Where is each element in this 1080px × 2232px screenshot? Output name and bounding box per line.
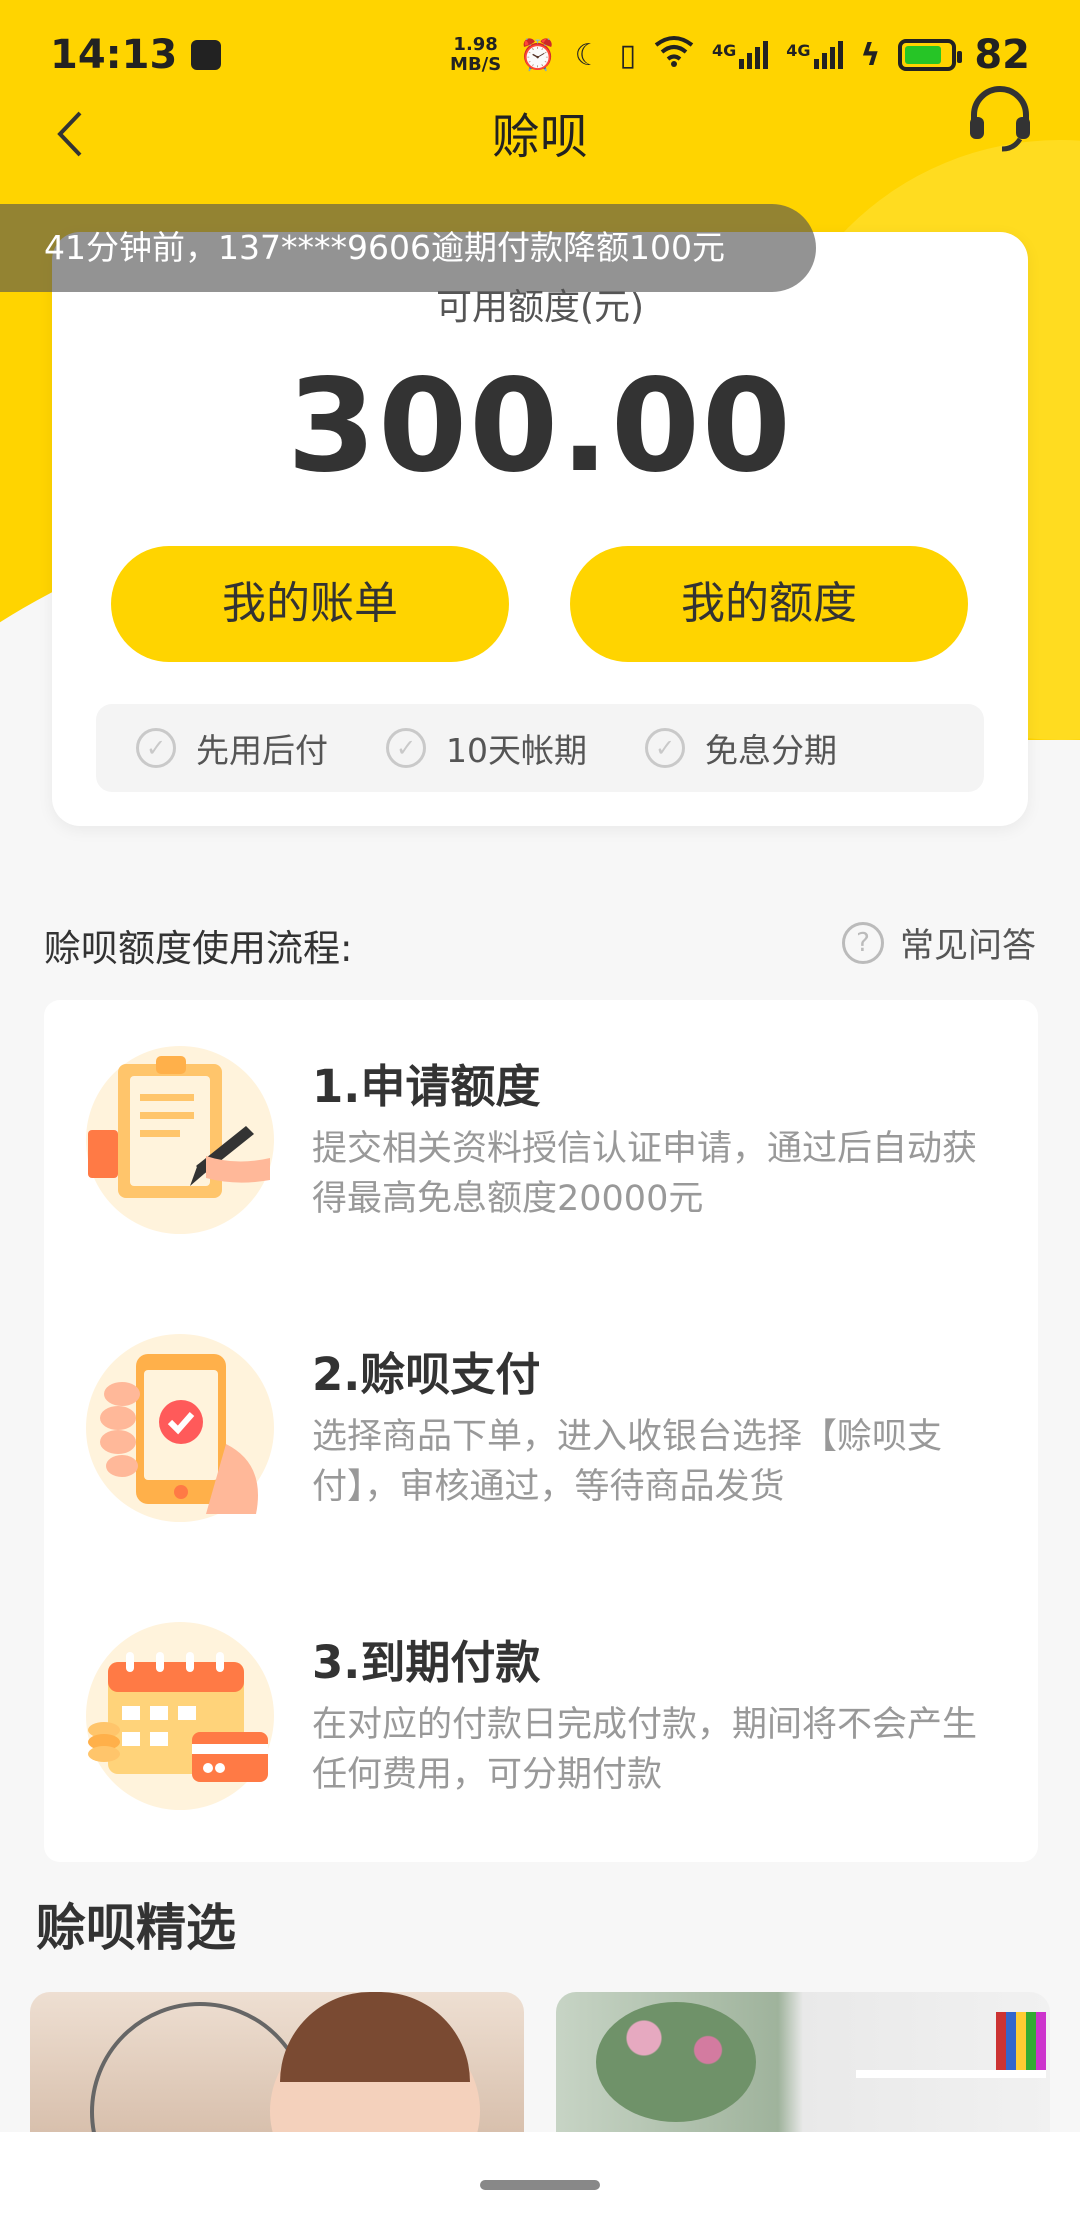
status-bar: 14:13 1.98 MB/S ⏰ ☾ ▯ 4G 4G ϟ 82 [0, 0, 1080, 110]
step-title: 1.申请额度 [312, 1060, 541, 1113]
network-speed: 1.98 MB/S [450, 34, 502, 75]
process-step: 3.到期付款 在对应的付款日完成付款，期间将不会产生任何费用，可分期付款 [44, 1576, 1038, 1810]
clock: 14:13 [50, 32, 178, 78]
top-nav: 赊呗 [0, 86, 1080, 175]
feature-item: ✓ 10天帐期 [386, 724, 587, 772]
product-card[interactable] [30, 1992, 524, 2132]
question-icon: ? [842, 921, 884, 964]
home-indicator[interactable] [480, 2180, 600, 2190]
step-description: 在对应的付款日完成付款，期间将不会产生任何费用，可分期付款 [312, 1705, 978, 1795]
moon-icon: ☾ [574, 37, 602, 73]
check-circle-icon: ✓ [136, 728, 176, 768]
vibrate-icon: ▯ [619, 37, 636, 73]
feature-item: ✓ 先用后付 [136, 724, 328, 772]
customer-service-button[interactable] [964, 83, 1036, 155]
picks-section-title: 赊呗精选 [36, 1899, 236, 1957]
product-image [596, 2002, 756, 2122]
calendar-payment-icon [86, 1622, 274, 1810]
headset-icon [970, 86, 1030, 152]
step-description: 选择商品下单，进入收银台选择【赊呗支付】，审核通过，等待商品发货 [312, 1417, 943, 1507]
product-card[interactable] [556, 1992, 1050, 2132]
feature-strip: ✓ 先用后付 ✓ 10天帐期 ✓ 免息分期 [96, 704, 984, 792]
step-description: 提交相关资料授信认证申请，通过后自动获得最高免息额度20000元 [312, 1129, 978, 1219]
check-circle-icon: ✓ [386, 728, 426, 768]
process-section-title: 赊呗额度使用流程: [44, 927, 353, 970]
credit-card: 可用额度(元) 300.00 我的账单 我的额度 ✓ 先用后付 ✓ 10天帐期 … [52, 232, 1028, 826]
faq-link[interactable]: ? 常见问答 [842, 918, 1036, 967]
cellular-1-icon: 4G [712, 41, 769, 69]
phone-payment-icon [86, 1334, 274, 1522]
wifi-icon [654, 35, 694, 75]
check-circle-icon: ✓ [645, 728, 685, 768]
system-navigation-bar [0, 2132, 1080, 2232]
step-title: 3.到期付款 [312, 1636, 541, 1689]
my-bill-button[interactable]: 我的账单 [111, 546, 509, 662]
charging-icon: ϟ [860, 37, 881, 73]
feature-item: ✓ 免息分期 [645, 724, 837, 772]
battery-icon [898, 39, 963, 71]
process-card: 1.申请额度 提交相关资料授信认证申请，通过后自动获得最高免息额度20000元 … [44, 1000, 1038, 1862]
step-title: 2.赊呗支付 [312, 1348, 541, 1401]
my-quota-button[interactable]: 我的额度 [570, 546, 968, 662]
application-form-icon [86, 1046, 274, 1234]
process-step: 2.赊呗支付 选择商品下单，进入收银台选择【赊呗支付】，审核通过，等待商品发货 [44, 1288, 1038, 1522]
cellular-2-icon: 4G [786, 41, 843, 69]
process-step: 1.申请额度 提交相关资料授信认证申请，通过后自动获得最高免息额度20000元 [44, 1000, 1038, 1234]
notification-ticker: 41分钟前，137****9606逾期付款降额100元 [0, 204, 816, 292]
alarm-icon: ⏰ [519, 37, 557, 73]
notification-icon [191, 40, 222, 70]
available-credit-amount: 300.00 [287, 352, 793, 501]
battery-level: 82 [974, 32, 1030, 78]
page-title: 赊呗 [491, 109, 588, 165]
